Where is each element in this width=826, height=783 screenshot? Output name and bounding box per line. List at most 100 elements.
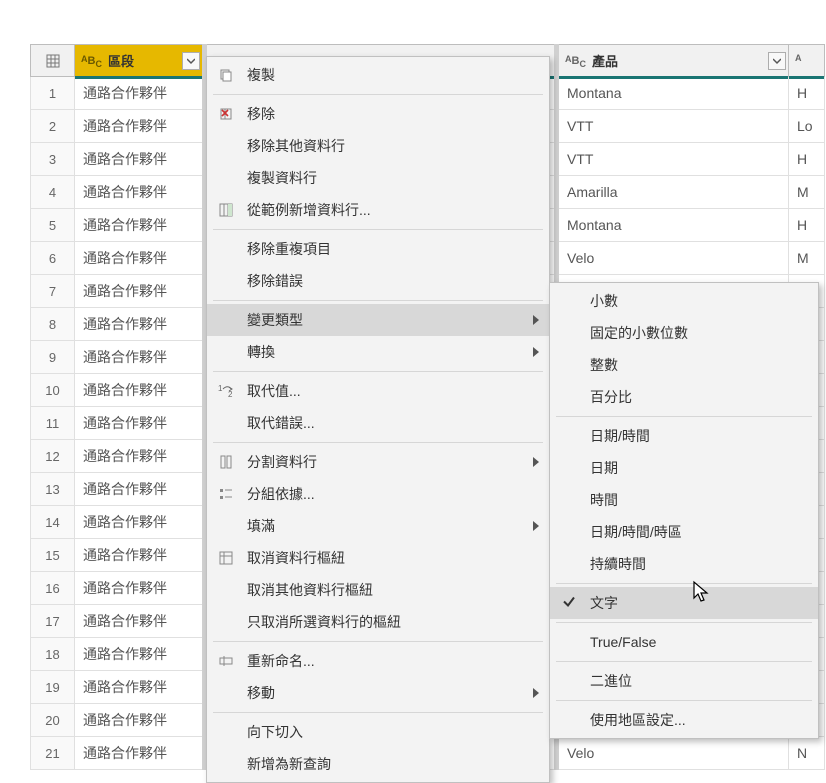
menu-remove-errors[interactable]: 移除錯誤 xyxy=(207,265,549,297)
cell-segment[interactable]: 通路合作夥伴 xyxy=(75,275,205,308)
cell-product[interactable]: Montana xyxy=(557,209,789,242)
row-number[interactable]: 16 xyxy=(31,572,75,605)
submenu-truefalse[interactable]: True/False xyxy=(550,626,818,658)
menu-duplicate-column[interactable]: 複製資料行 xyxy=(207,162,549,194)
cell-segment[interactable]: 通路合作夥伴 xyxy=(75,143,205,176)
cell-product[interactable]: Amarilla xyxy=(557,176,789,209)
submenu-percent[interactable]: 百分比 xyxy=(550,381,818,413)
submenu-binary[interactable]: 二進位 xyxy=(550,665,818,697)
cell-segment[interactable]: 通路合作夥伴 xyxy=(75,407,205,440)
menu-drill-down[interactable]: 向下切入 xyxy=(207,716,549,748)
cell-segment[interactable]: 通路合作夥伴 xyxy=(75,374,205,407)
cell-segment[interactable]: 通路合作夥伴 xyxy=(75,440,205,473)
row-number[interactable]: 9 xyxy=(31,341,75,374)
menu-unpivot[interactable]: 取消資料行樞紐 xyxy=(207,542,549,574)
column-header-next[interactable]: A xyxy=(789,45,825,77)
submenu-fixed-decimal[interactable]: 固定的小數位數 xyxy=(550,317,818,349)
corner-cell[interactable] xyxy=(31,45,75,77)
menu-copy[interactable]: 複製 xyxy=(207,59,549,91)
row-number[interactable]: 13 xyxy=(31,473,75,506)
cell-segment[interactable]: 通路合作夥伴 xyxy=(75,242,205,275)
cell-segment[interactable]: 通路合作夥伴 xyxy=(75,605,205,638)
row-number[interactable]: 11 xyxy=(31,407,75,440)
row-number[interactable]: 14 xyxy=(31,506,75,539)
row-number[interactable]: 3 xyxy=(31,143,75,176)
menu-separator xyxy=(213,300,543,301)
menu-remove-duplicates[interactable]: 移除重複項目 xyxy=(207,233,549,265)
cell-segment[interactable]: 通路合作夥伴 xyxy=(75,704,205,737)
cell-segment[interactable]: 通路合作夥伴 xyxy=(75,638,205,671)
row-number[interactable]: 20 xyxy=(31,704,75,737)
row-number[interactable]: 7 xyxy=(31,275,75,308)
menu-unpivot-selected[interactable]: 只取消所選資料行的樞紐 xyxy=(207,606,549,638)
submenu-duration[interactable]: 持續時間 xyxy=(550,548,818,580)
cell-product[interactable]: Velo xyxy=(557,242,789,275)
cell-next[interactable]: M xyxy=(789,242,825,275)
menu-move[interactable]: 移動 xyxy=(207,677,549,709)
submenu-datetime-tz[interactable]: 日期/時間/時區 xyxy=(550,516,818,548)
submenu-integer[interactable]: 整數 xyxy=(550,349,818,381)
column-filter-button[interactable] xyxy=(768,52,786,70)
row-number[interactable]: 12 xyxy=(31,440,75,473)
row-number[interactable]: 5 xyxy=(31,209,75,242)
row-number[interactable]: 2 xyxy=(31,110,75,143)
column-header-product[interactable]: ABC 產品 xyxy=(557,45,789,77)
menu-unpivot-other[interactable]: 取消其他資料行樞紐 xyxy=(207,574,549,606)
menu-separator xyxy=(213,641,543,642)
cell-segment[interactable]: 通路合作夥伴 xyxy=(75,341,205,374)
cell-segment[interactable]: 通路合作夥伴 xyxy=(75,737,205,770)
cell-segment[interactable]: 通路合作夥伴 xyxy=(75,308,205,341)
cell-product[interactable]: Montana xyxy=(557,77,789,110)
row-number[interactable]: 18 xyxy=(31,638,75,671)
menu-add-as-query[interactable]: 新增為新查詢 xyxy=(207,748,549,780)
cell-segment[interactable]: 通路合作夥伴 xyxy=(75,539,205,572)
row-number[interactable]: 21 xyxy=(31,737,75,770)
row-number[interactable]: 19 xyxy=(31,671,75,704)
cell-segment[interactable]: 通路合作夥伴 xyxy=(75,473,205,506)
menu-remove-other[interactable]: 移除其他資料行 xyxy=(207,130,549,162)
column-filter-button[interactable] xyxy=(182,52,200,70)
menu-fill[interactable]: 填滿 xyxy=(207,510,549,542)
column-header-segment[interactable]: ABC 區段 xyxy=(75,45,205,77)
cell-product[interactable]: VTT xyxy=(557,110,789,143)
menu-remove[interactable]: 移除 xyxy=(207,98,549,130)
change-type-submenu: 小數 固定的小數位數 整數 百分比 日期/時間 日期 時間 日期/時間/時區 持… xyxy=(549,282,819,739)
menu-change-type[interactable]: 變更類型 xyxy=(207,304,549,336)
row-number[interactable]: 4 xyxy=(31,176,75,209)
cell-product[interactable]: VTT xyxy=(557,143,789,176)
menu-split-column[interactable]: 分割資料行 xyxy=(207,446,549,478)
menu-rename[interactable]: 重新命名... xyxy=(207,645,549,677)
menu-add-from-example[interactable]: 從範例新增資料行... xyxy=(207,194,549,226)
menu-transform[interactable]: 轉換 xyxy=(207,336,549,368)
row-number[interactable]: 8 xyxy=(31,308,75,341)
cell-segment[interactable]: 通路合作夥伴 xyxy=(75,506,205,539)
cell-product[interactable]: Velo xyxy=(557,737,789,770)
menu-group-by[interactable]: 分組依據... xyxy=(207,478,549,510)
cell-segment[interactable]: 通路合作夥伴 xyxy=(75,209,205,242)
row-number[interactable]: 6 xyxy=(31,242,75,275)
row-number[interactable]: 15 xyxy=(31,539,75,572)
cell-segment[interactable]: 通路合作夥伴 xyxy=(75,77,205,110)
svg-text:2: 2 xyxy=(228,390,233,398)
cell-next[interactable]: H xyxy=(789,77,825,110)
cell-next[interactable]: H xyxy=(789,143,825,176)
row-number[interactable]: 10 xyxy=(31,374,75,407)
submenu-datetime[interactable]: 日期/時間 xyxy=(550,420,818,452)
cell-segment[interactable]: 通路合作夥伴 xyxy=(75,110,205,143)
cell-next[interactable]: Lo xyxy=(789,110,825,143)
cell-next[interactable]: M xyxy=(789,176,825,209)
cell-segment[interactable]: 通路合作夥伴 xyxy=(75,671,205,704)
submenu-decimal[interactable]: 小數 xyxy=(550,285,818,317)
cell-next[interactable]: N xyxy=(789,737,825,770)
row-number[interactable]: 1 xyxy=(31,77,75,110)
submenu-time[interactable]: 時間 xyxy=(550,484,818,516)
menu-replace-errors[interactable]: 取代錯誤... xyxy=(207,407,549,439)
submenu-date[interactable]: 日期 xyxy=(550,452,818,484)
cell-next[interactable]: H xyxy=(789,209,825,242)
submenu-text[interactable]: 文字 xyxy=(550,587,818,619)
row-number[interactable]: 17 xyxy=(31,605,75,638)
cell-segment[interactable]: 通路合作夥伴 xyxy=(75,572,205,605)
submenu-locale[interactable]: 使用地區設定... xyxy=(550,704,818,736)
cell-segment[interactable]: 通路合作夥伴 xyxy=(75,176,205,209)
menu-replace-values[interactable]: 12 取代值... xyxy=(207,375,549,407)
